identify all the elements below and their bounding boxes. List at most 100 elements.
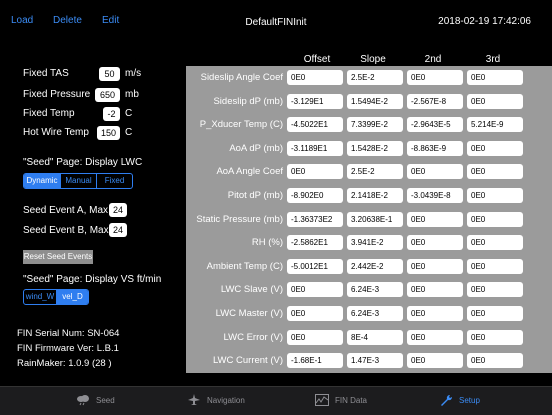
tab-seed-label: Seed: [96, 395, 115, 405]
hot-wire-temp-label: Hot Wire Temp: [23, 127, 89, 138]
reset-seed-events-button[interactable]: Reset Seed Events: [23, 250, 93, 264]
coefficient-table: Sideslip Angle Coef 0E0 2.5E-2 0E0 0E0 Sidesl…: [186, 66, 552, 373]
cell-2nd-input[interactable]: 0E0: [407, 282, 463, 298]
seed-event-b-input[interactable]: 24: [109, 223, 127, 237]
cell-2nd-input[interactable]: 0E0: [407, 164, 463, 180]
fixed-pressure-unit: mb: [125, 89, 139, 100]
datetime-label: 2018-02-19 17:42:06: [438, 16, 531, 27]
tab-setup[interactable]: Setup: [439, 394, 480, 406]
cell-slope-input[interactable]: 7.3399E-2: [347, 117, 403, 133]
cell-3rd-input[interactable]: 0E0: [467, 306, 523, 321]
cell-3rd-input[interactable]: 0E0: [467, 188, 523, 203]
cell-2nd-input[interactable]: 0E0: [407, 258, 463, 274]
cell-offset-input[interactable]: -8.902E0: [287, 188, 343, 203]
cell-3rd-input[interactable]: 0E0: [467, 164, 523, 180]
cell-offset-input[interactable]: 0E0: [287, 282, 343, 298]
lwc-mode-manual[interactable]: Manual: [61, 174, 97, 188]
cell-3rd-input[interactable]: 0E0: [467, 353, 523, 369]
cell-3rd-input[interactable]: 0E0: [467, 329, 523, 345]
table-row: Ambient Temp (C) -5.0012E1 2.442E-2 0E0 0E0: [186, 256, 552, 280]
fixed-tas-input[interactable]: 50: [99, 67, 120, 81]
cell-offset-input[interactable]: 0E0: [287, 70, 343, 85]
tab-bar: Seed Navigation FIN Data Setup: [0, 386, 552, 415]
cell-2nd-input[interactable]: 0E0: [407, 306, 463, 321]
cell-slope-input[interactable]: 6.24E-3: [347, 306, 403, 321]
table-row: Static Pressure (mb) -1.36373E2 3.20638E-1…: [186, 209, 552, 233]
cell-3rd-input[interactable]: 0E0: [467, 70, 523, 85]
cell-2nd-input[interactable]: 0E0: [407, 235, 463, 251]
cell-2nd-input[interactable]: 0E0: [407, 329, 463, 345]
table-row: LWC Current (V) -1.68E-1 1.47E-3 0E0 0E0: [186, 350, 552, 374]
cell-3rd-input[interactable]: 0E0: [467, 211, 523, 227]
cell-3rd-input[interactable]: 5.214E-9: [467, 117, 523, 133]
cell-offset-input[interactable]: -2.5862E1: [287, 235, 343, 251]
cell-offset-input[interactable]: -3.129E1: [287, 93, 343, 109]
cell-2nd-input[interactable]: 0E0: [407, 70, 463, 85]
cell-slope-input[interactable]: 1.5428E-2: [347, 140, 403, 156]
cell-slope-input[interactable]: 6.24E-3: [347, 282, 403, 298]
fin-serial-text: FIN Serial Num: SN-064: [17, 328, 120, 339]
tab-seed[interactable]: Seed: [76, 394, 115, 406]
chart-icon: [315, 394, 329, 406]
fixed-pressure-input[interactable]: 650: [95, 88, 120, 102]
tab-navigation[interactable]: Navigation: [187, 394, 245, 406]
cell-slope-input[interactable]: 8E-4: [347, 329, 403, 345]
cell-2nd-input[interactable]: -2.567E-8: [407, 93, 463, 109]
cell-3rd-input[interactable]: 0E0: [467, 258, 523, 274]
cell-offset-input[interactable]: -3.1189E1: [287, 140, 343, 156]
tab-fin-data[interactable]: FIN Data: [315, 394, 367, 406]
cell-2nd-input[interactable]: 0E0: [407, 211, 463, 227]
cell-slope-input[interactable]: 2.442E-2: [347, 258, 403, 274]
fixed-tas-label: Fixed TAS: [23, 68, 69, 79]
vs-mode-vel-d[interactable]: vel_D: [57, 290, 88, 304]
cell-slope-input[interactable]: 2.5E-2: [347, 164, 403, 180]
cell-offset-input[interactable]: -4.5022E1: [287, 117, 343, 133]
cell-slope-input[interactable]: 1.47E-3: [347, 353, 403, 369]
cell-offset-input[interactable]: -1.36373E2: [287, 211, 343, 227]
lwc-mode-segmented-control: Dynamic Manual Fixed: [23, 173, 133, 189]
cell-offset-input[interactable]: -5.0012E1: [287, 258, 343, 274]
row-label: P_Xducer Temp (C): [199, 119, 283, 131]
fin-firmware-text: FIN Firmware Ver: L.B.1: [17, 343, 119, 354]
cell-2nd-input[interactable]: -8.863E-9: [407, 140, 463, 156]
airplane-icon: [188, 394, 200, 405]
table-row: Sideslip dP (mb) -3.129E1 1.5494E-2 -2.567E…: [186, 91, 552, 115]
fixed-temp-input[interactable]: -2: [103, 107, 120, 121]
table-row: LWC Slave (V) 0E0 6.24E-3 0E0 0E0: [186, 279, 552, 303]
seed-vs-label: "Seed" Page: Display VS ft/min: [23, 274, 162, 285]
vs-mode-segmented-control: wind_W vel_D: [23, 289, 89, 305]
column-header-slope: Slope: [360, 54, 386, 65]
cloud-rain-icon: [77, 395, 89, 406]
cell-2nd-input[interactable]: -3.0439E-8: [407, 188, 463, 203]
cell-slope-input[interactable]: 2.1418E-2: [347, 188, 403, 203]
row-label: LWC Master (V): [215, 308, 283, 319]
cell-offset-input[interactable]: 0E0: [287, 306, 343, 321]
seed-event-a-input[interactable]: 24: [109, 203, 127, 217]
cell-offset-input[interactable]: -1.68E-1: [287, 353, 343, 369]
cell-3rd-input[interactable]: 0E0: [467, 93, 523, 109]
table-row: Pitot dP (mb) -8.902E0 2.1418E-2 -3.0439E-8…: [186, 185, 552, 209]
cell-slope-input[interactable]: 3.20638E-1: [347, 211, 403, 227]
lwc-mode-fixed[interactable]: Fixed: [97, 174, 132, 188]
hot-wire-temp-unit: C: [125, 127, 133, 138]
table-row: AoA dP (mb) -3.1189E1 1.5428E-2 -8.863E-9 0E…: [186, 138, 552, 162]
table-row: LWC Error (V) 0E0 8E-4 0E0 0E0: [186, 327, 552, 351]
cell-2nd-input[interactable]: 0E0: [407, 353, 463, 369]
cell-slope-input[interactable]: 1.5494E-2: [347, 93, 403, 109]
row-label: AoA Angle Coef: [216, 166, 283, 178]
cell-2nd-input[interactable]: -2.9643E-5: [407, 117, 463, 133]
lwc-mode-dynamic[interactable]: Dynamic: [24, 174, 61, 188]
cell-offset-input[interactable]: 0E0: [287, 164, 343, 180]
fixed-pressure-label: Fixed Pressure: [23, 89, 91, 100]
seed-event-b-label: Seed Event B, Max: [23, 225, 109, 236]
vs-mode-wind-w[interactable]: wind_W: [24, 290, 57, 304]
cell-3rd-input[interactable]: 0E0: [467, 235, 523, 251]
hot-wire-temp-input[interactable]: 150: [97, 126, 120, 140]
cell-offset-input[interactable]: 0E0: [287, 329, 343, 345]
cell-3rd-input[interactable]: 0E0: [467, 140, 523, 156]
tab-setup-label: Setup: [459, 395, 480, 405]
row-label: LWC Current (V): [212, 355, 283, 367]
cell-slope-input[interactable]: 2.5E-2: [347, 70, 403, 85]
cell-3rd-input[interactable]: 0E0: [467, 282, 523, 298]
cell-slope-input[interactable]: 3.941E-2: [347, 235, 403, 251]
